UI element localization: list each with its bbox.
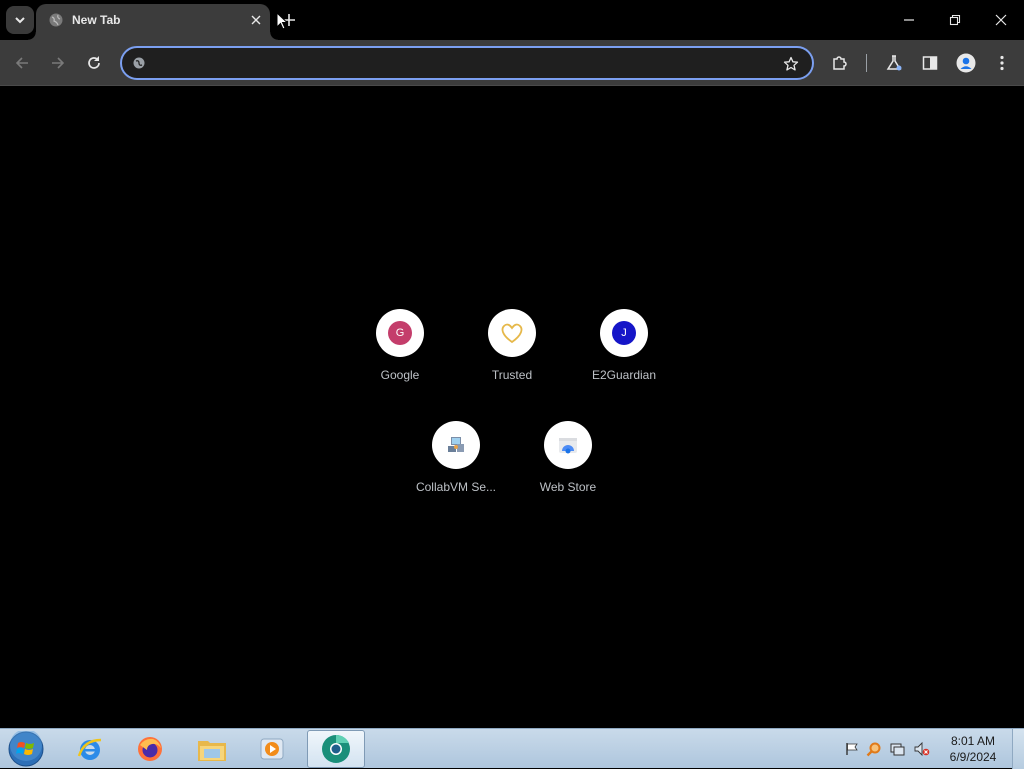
shortcut-icon-frame: G [376,309,424,357]
shortcut-label: Google [380,368,420,382]
internet-explorer-icon [77,738,102,760]
side-panel-button[interactable] [916,49,944,77]
arrow-right-icon [52,57,65,69]
back-button[interactable] [8,49,36,77]
chrome-page-icon [133,57,145,69]
clock-time: 8:01 AM [950,734,996,748]
shortcut-label: Trusted [491,368,533,382]
reload-icon [88,56,100,69]
shortcut-e2guardian[interactable]: J E2Guardian [568,299,680,411]
close-window-button[interactable] [978,0,1024,40]
restore-button[interactable] [932,0,978,40]
network-monitor-icon [890,743,905,756]
shortcut-trusted[interactable]: Trusted [456,299,568,411]
taskbar-media-player[interactable] [243,730,301,768]
flag-icon [846,743,858,755]
tab-title: New Tab [72,13,121,27]
search-tray-icon[interactable] [866,741,882,757]
shortcut-icon-frame [488,309,536,357]
clock-date: 6/9/2024 [949,750,997,764]
shortcut-icon-frame: J [600,309,648,357]
shortcut-web-store[interactable]: Web Store [512,411,624,523]
mouse-cursor-icon [276,12,288,30]
network-icon[interactable] [890,741,906,757]
shortcut-label: Web Store [539,480,597,494]
speaker-muted-icon [914,741,930,757]
tab-strip: New Tab [0,0,1024,40]
taskbar-internet-explorer[interactable] [61,730,119,768]
google-icon: G [388,321,412,345]
profile-button[interactable] [952,49,980,77]
labs-button[interactable] [880,49,908,77]
bookmark-button[interactable] [782,55,800,73]
address-input[interactable] [152,54,762,72]
tab-new-tab[interactable]: New Tab [28,4,278,40]
more-vert-icon [1000,55,1004,71]
firefox-icon [138,737,162,761]
close-icon [251,15,261,25]
reload-button[interactable] [80,49,108,77]
star-icon [783,56,799,71]
globe-icon [49,13,63,27]
shortcut-icon-frame [544,421,592,469]
windows-logo-icon [8,731,44,767]
shortcut-google[interactable]: G Google [344,299,456,411]
restore-icon [949,14,961,26]
taskbar-file-explorer[interactable] [183,730,241,768]
volume-icon[interactable] [914,741,930,757]
action-center-icon[interactable] [844,741,860,757]
shortcut-collabvm[interactable]: CollabVM Se... [400,411,512,523]
shortcut-label: E2Guardian [591,368,657,382]
avatar-icon [956,53,976,73]
system-clock[interactable]: 8:01 AM 6/9/2024 [940,733,1006,765]
show-desktop-button[interactable] [1012,729,1024,769]
puzzle-icon [833,56,847,70]
toolbar-divider [866,54,867,72]
site-info-icon[interactable] [131,55,147,71]
new-tab-page: G Google Trusted J E2Guardian CollabVM S… [0,87,1024,728]
close-icon [995,14,1007,26]
flask-icon [886,55,902,71]
heart-icon [501,323,523,344]
chevron-down-icon [15,17,25,24]
browser-toolbar [0,40,1024,86]
start-button[interactable] [6,730,46,768]
chrome-canary-icon [322,734,350,763]
taskbar: 8:01 AM 6/9/2024 [0,728,1024,769]
arrow-left-icon [15,57,28,69]
shortcut-icon-frame [432,421,480,469]
shortcut-label: CollabVM Se... [415,480,497,494]
j-badge-icon: J [612,321,636,345]
tab-close-button[interactable] [248,12,264,28]
collabvm-icon [448,437,464,452]
folder-icon [198,741,226,761]
side-panel-icon [922,56,938,70]
taskbar-chrome-canary[interactable] [307,730,365,768]
forward-button[interactable] [44,49,72,77]
minimize-icon [904,19,914,21]
media-player-icon [260,738,284,760]
minimize-button[interactable] [886,0,932,40]
extensions-button[interactable] [826,49,854,77]
tab-search-button[interactable] [6,6,34,34]
address-bar[interactable] [120,46,814,80]
magnifier-icon [866,742,881,757]
menu-button[interactable] [988,49,1016,77]
web-store-icon [559,438,577,454]
taskbar-firefox[interactable] [121,730,179,768]
